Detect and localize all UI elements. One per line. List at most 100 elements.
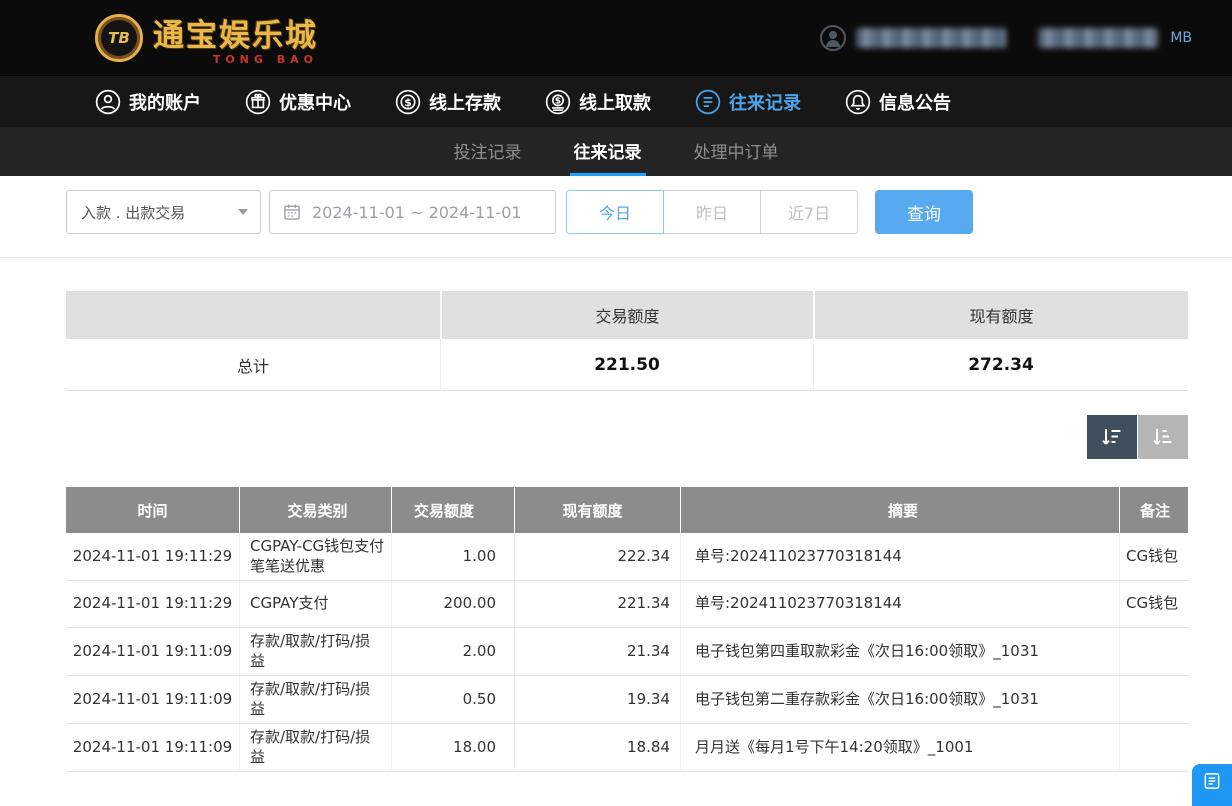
date-range-value: 2024-11-01 ~ 2024-11-01 <box>312 203 522 222</box>
cell-note <box>1119 724 1188 771</box>
cell-time: 2024-11-01 19:11:09 <box>66 724 239 771</box>
tab-bet-records[interactable]: 投注记录 <box>450 127 526 176</box>
bell-icon <box>845 89 871 115</box>
cell-summary: 电子钱包第四重取款彩金《次日16:00领取》_1031 <box>680 628 1119 675</box>
table-row: 2024-11-01 19:11:29 CGPAY-CG钱包支付笔笔送优惠 1.… <box>66 533 1188 581</box>
customer-service-button[interactable] <box>1192 764 1232 806</box>
currency-label: MB <box>1170 30 1192 46</box>
summary-header-row: 交易额度 现有额度 <box>66 291 1188 339</box>
cell-type: 存款/取款/打码/损益 <box>239 724 391 771</box>
date-range-input[interactable]: 2024-11-01 ~ 2024-11-01 <box>269 190 556 234</box>
summary-transaction-total: 221.50 <box>440 339 813 390</box>
deposit-coin-icon: $ <box>395 89 421 115</box>
quick-range-group: 今日 昨日 近7日 <box>566 190 858 234</box>
logo-text: 通宝娱乐城 TONG BAO <box>153 10 318 66</box>
table-row: 2024-11-01 19:11:29 CGPAY支付 200.00 221.3… <box>66 581 1188 628</box>
cell-balance: 18.84 <box>514 724 680 771</box>
gift-icon <box>245 89 271 115</box>
page-root: TB 通宝娱乐城 TONG BAO MB 我的账户 优惠中心 <box>0 0 1232 798</box>
cell-note: CG钱包 <box>1119 581 1188 627</box>
table-row: 2024-11-01 19:11:09 存款/取款/打码/损益 0.50 19.… <box>66 676 1188 724</box>
cell-note: CG钱包 <box>1119 533 1188 580</box>
tab-label: 投注记录 <box>454 138 522 163</box>
summary-header-balance: 现有额度 <box>813 291 1188 339</box>
cell-note <box>1119 676 1188 723</box>
nav-item-my-account[interactable]: 我的账户 <box>95 89 201 115</box>
col-header-balance: 现有额度 <box>514 487 680 533</box>
nav-item-transaction-records[interactable]: 往来记录 <box>695 89 801 115</box>
records-table: 时间 交易类别 交易额度 现有额度 摘要 备注 2024-11-01 19:11… <box>66 487 1188 772</box>
cell-amount: 0.50 <box>391 676 514 723</box>
sub-tabs: 投注记录 往来记录 处理中订单 <box>0 127 1232 176</box>
tab-label: 处理中订单 <box>694 138 779 163</box>
cell-summary: 单号:202411023770318144 <box>680 533 1119 580</box>
nav-item-withdraw[interactable]: $ 线上取款 <box>545 89 651 115</box>
records-icon <box>695 89 721 115</box>
nav-label: 信息公告 <box>879 89 951 115</box>
cell-note <box>1119 628 1188 675</box>
cell-type: 存款/取款/打码/损益 <box>239 676 391 723</box>
sort-ascending-icon <box>1151 425 1175 449</box>
sort-toolbar <box>0 415 1188 459</box>
user-icon <box>95 89 121 115</box>
cell-summary: 单号:202411023770318144 <box>680 581 1119 627</box>
top-header: TB 通宝娱乐城 TONG BAO MB <box>0 0 1232 75</box>
summary-total-label: 总计 <box>66 339 440 390</box>
masked-username <box>856 28 1006 48</box>
chevron-down-icon <box>238 209 248 215</box>
sort-descending-button[interactable] <box>1087 415 1137 459</box>
logo-title: 通宝娱乐城 <box>153 10 318 55</box>
site-logo[interactable]: TB 通宝娱乐城 TONG BAO <box>95 10 318 66</box>
cell-amount: 18.00 <box>391 724 514 771</box>
nav-label: 线上存款 <box>429 89 501 115</box>
cell-balance: 21.34 <box>514 628 680 675</box>
col-header-type: 交易类别 <box>239 487 391 533</box>
range-yesterday-button[interactable]: 昨日 <box>663 190 761 234</box>
svg-text:$: $ <box>555 95 561 106</box>
nav-label: 线上取款 <box>579 89 651 115</box>
cell-time: 2024-11-01 19:11:09 <box>66 628 239 675</box>
logo-chip-label: TB <box>108 29 130 47</box>
cell-type: CGPAY支付 <box>239 581 391 627</box>
search-button[interactable]: 查询 <box>875 190 973 234</box>
user-avatar-icon <box>820 25 846 51</box>
logo-chip-icon: TB <box>95 14 143 62</box>
col-header-summary: 摘要 <box>680 487 1119 533</box>
tab-transaction-records[interactable]: 往来记录 <box>570 127 646 176</box>
cell-amount: 200.00 <box>391 581 514 627</box>
cell-type: CGPAY-CG钱包支付笔笔送优惠 <box>239 533 391 580</box>
summary-header-empty <box>66 291 440 339</box>
nav-label: 我的账户 <box>129 89 201 115</box>
range-today-button[interactable]: 今日 <box>566 190 664 234</box>
sort-ascending-button[interactable] <box>1138 415 1188 459</box>
records-header-row: 时间 交易类别 交易额度 现有额度 摘要 备注 <box>66 487 1188 533</box>
nav-item-deposit[interactable]: $ 线上存款 <box>395 89 501 115</box>
cell-amount: 2.00 <box>391 628 514 675</box>
col-header-time: 时间 <box>66 487 239 533</box>
summary-total-row: 总计 221.50 272.34 <box>66 339 1188 391</box>
table-row: 2024-11-01 19:11:09 存款/取款/打码/损益 18.00 18… <box>66 724 1188 772</box>
select-value: 入款 . 出款交易 <box>81 202 185 223</box>
nav-item-promotions[interactable]: 优惠中心 <box>245 89 351 115</box>
cell-time: 2024-11-01 19:11:29 <box>66 581 239 627</box>
cell-amount: 1.00 <box>391 533 514 580</box>
calendar-icon <box>282 202 302 222</box>
cell-balance: 222.34 <box>514 533 680 580</box>
table-row: 2024-11-01 19:11:09 存款/取款/打码/损益 2.00 21.… <box>66 628 1188 676</box>
nav-label: 优惠中心 <box>279 89 351 115</box>
cell-type: 存款/取款/打码/损益 <box>239 628 391 675</box>
tab-pending-orders[interactable]: 处理中订单 <box>690 127 783 176</box>
col-header-note: 备注 <box>1119 487 1188 533</box>
user-area: MB <box>820 25 1192 51</box>
col-header-amount: 交易额度 <box>391 487 514 533</box>
nav-item-announcements[interactable]: 信息公告 <box>845 89 951 115</box>
section-divider <box>0 257 1232 258</box>
transaction-type-select[interactable]: 入款 . 出款交易 <box>66 190 261 234</box>
range-last7days-button[interactable]: 近7日 <box>760 190 858 234</box>
main-navigation: 我的账户 优惠中心 $ 线上存款 $ 线上取款 <box>0 75 1232 127</box>
sort-descending-icon <box>1100 425 1124 449</box>
cell-summary: 电子钱包第二重存款彩金《次日16:00领取》_1031 <box>680 676 1119 723</box>
cell-time: 2024-11-01 19:11:09 <box>66 676 239 723</box>
summary-balance-total: 272.34 <box>813 339 1188 390</box>
cell-balance: 19.34 <box>514 676 680 723</box>
